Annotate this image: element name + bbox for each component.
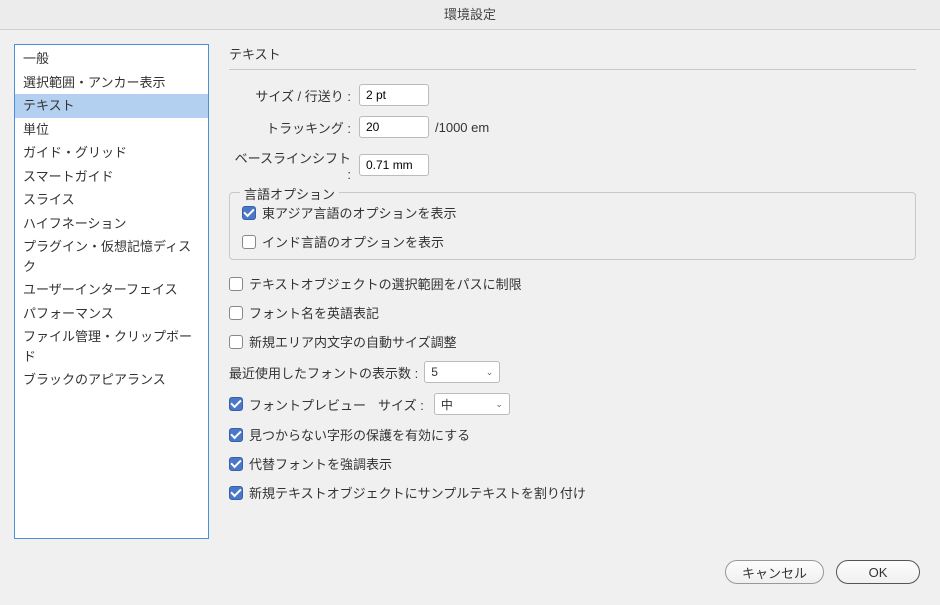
sidebar-item-units[interactable]: 単位 (15, 118, 208, 142)
checkbox-missing-glyph[interactable] (229, 428, 243, 442)
label-tracking: トラッキング : (229, 118, 359, 137)
label-east-asian[interactable]: 東アジア言語のオプションを表示 (262, 203, 456, 222)
label-english-font-names[interactable]: フォント名を英語表記 (249, 303, 379, 322)
ok-button[interactable]: OK (836, 560, 920, 584)
content-area: 一般 選択範囲・アンカー表示 テキスト 単位 ガイド・グリッド スマートガイド … (0, 30, 940, 553)
checkbox-font-preview[interactable] (229, 397, 243, 411)
label-placeholder-text[interactable]: 新規テキストオブジェクトにサンプルテキストを割り付け (249, 483, 586, 502)
checkbox-english-font-names[interactable] (229, 306, 243, 320)
checkbox-placeholder-text[interactable] (229, 486, 243, 500)
sidebar-item-general[interactable]: 一般 (15, 47, 208, 71)
label-limit-selection[interactable]: テキストオブジェクトの選択範囲をパスに制限 (249, 274, 522, 293)
select-font-preview-size[interactable]: 中 ⌄ (434, 393, 510, 415)
sidebar-item-file-handling[interactable]: ファイル管理・クリップボード (15, 325, 208, 368)
sidebar-item-plugins-scratch[interactable]: プラグイン・仮想記憶ディスク (15, 235, 208, 278)
label-font-preview[interactable]: フォントプレビュー (249, 395, 366, 414)
window-title: 環境設定 (0, 0, 940, 30)
divider (229, 69, 916, 70)
label-recent-fonts: 最近使用したフォントの表示数 : (229, 363, 418, 382)
chevron-down-icon: ⌄ (486, 368, 494, 377)
checkbox-east-asian[interactable] (242, 206, 256, 220)
sidebar-item-selection-anchor[interactable]: 選択範囲・アンカー表示 (15, 71, 208, 95)
checkbox-indic[interactable] (242, 235, 256, 249)
preferences-window: 環境設定 一般 選択範囲・アンカー表示 テキスト 単位 ガイド・グリッド スマー… (0, 0, 940, 605)
sidebar-item-slices[interactable]: スライス (15, 188, 208, 212)
field-tracking: トラッキング : /1000 em (229, 116, 916, 138)
sidebar-item-user-interface[interactable]: ユーザーインターフェイス (15, 278, 208, 302)
label-missing-glyph[interactable]: 見つからない字形の保護を有効にする (249, 425, 470, 444)
label-auto-area-size[interactable]: 新規エリア内文字の自動サイズ調整 (249, 332, 457, 351)
category-list: 一般 選択範囲・アンカー表示 テキスト 単位 ガイド・グリッド スマートガイド … (14, 44, 209, 539)
settings-panel: テキスト サイズ / 行送り : トラッキング : /1000 em ベースライ… (229, 44, 926, 539)
sidebar-item-black-appearance[interactable]: ブラックのアピアランス (15, 368, 208, 392)
label-indic[interactable]: インド言語のオプションを表示 (262, 232, 444, 251)
checkbox-auto-area-size[interactable] (229, 335, 243, 349)
select-recent-fonts[interactable]: 5 ⌄ (424, 361, 500, 383)
chevron-down-icon: ⌄ (495, 400, 503, 409)
input-baseline[interactable] (359, 154, 429, 176)
cancel-button[interactable]: キャンセル (725, 560, 824, 584)
checkbox-limit-selection[interactable] (229, 277, 243, 291)
sidebar-item-performance[interactable]: パフォーマンス (15, 302, 208, 326)
suffix-tracking: /1000 em (435, 120, 489, 135)
label-size-leading: サイズ / 行送り : (229, 86, 359, 105)
panel-title: テキスト (229, 44, 916, 63)
input-tracking[interactable] (359, 116, 429, 138)
select-font-preview-size-value: 中 (441, 396, 453, 413)
field-size-leading: サイズ / 行送り : (229, 84, 916, 106)
label-baseline: ベースラインシフト : (229, 148, 359, 182)
field-baseline: ベースラインシフト : (229, 148, 916, 182)
group-legend-language: 言語オプション (240, 184, 339, 203)
checkbox-highlight-substitute[interactable] (229, 457, 243, 471)
sidebar-item-type[interactable]: テキスト (15, 94, 208, 118)
dialog-footer: キャンセル OK (0, 553, 940, 605)
sidebar-item-smart-guides[interactable]: スマートガイド (15, 165, 208, 189)
sidebar-item-guides-grid[interactable]: ガイド・グリッド (15, 141, 208, 165)
label-highlight-substitute[interactable]: 代替フォントを強調表示 (249, 454, 392, 473)
input-size-leading[interactable] (359, 84, 429, 106)
label-font-preview-size: サイズ : (378, 395, 424, 414)
select-recent-fonts-value: 5 (431, 365, 438, 379)
language-options-group: 言語オプション 東アジア言語のオプションを表示 インド言語のオプションを表示 (229, 192, 916, 260)
sidebar-item-hyphenation[interactable]: ハイフネーション (15, 212, 208, 236)
